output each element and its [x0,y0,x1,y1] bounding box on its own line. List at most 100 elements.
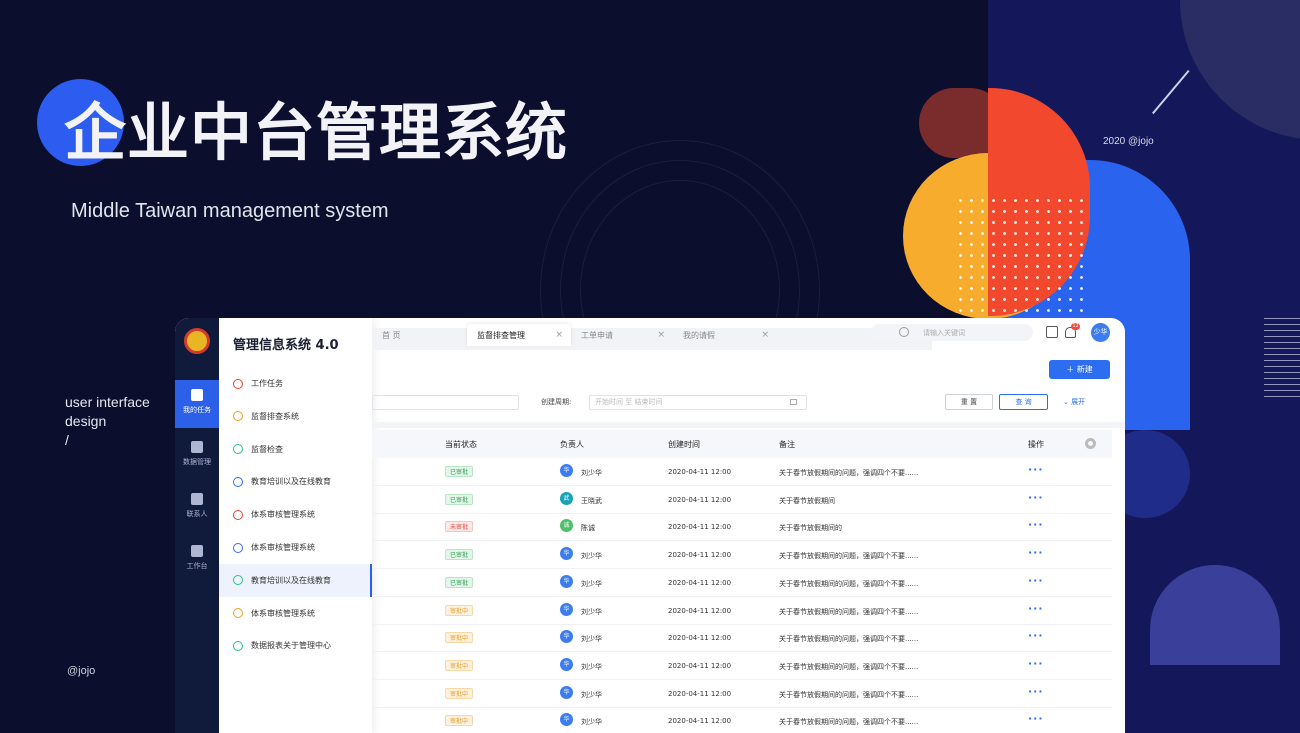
menu-item-icon [233,411,243,422]
menu-item[interactable]: 体系审核管理系统 [219,597,372,630]
side-menu: 管理信息系统 4.0 工作任务 监督排查系统 监督检查 教育培训以及在线教育 体系审核管… [219,318,372,733]
table-row[interactable]: 审批中 华刘少华 2020-04-11 12:00 关于春节放假期间的问题，强调四个不… [372,597,1112,625]
table-row[interactable]: 已审批 武王晓武 2020-04-11 12:00 关于春节放假期间 ··· [372,486,1112,514]
avatar: 华 [560,547,573,561]
status-badge: 审批中 [445,715,474,727]
expand-button[interactable]: ⌄ 展开 [1063,397,1085,407]
owner-cell: 刘少华 [581,662,602,671]
table-row[interactable]: 审批中 华刘少华 2020-04-11 12:00 关于春节放假期间的问题，强调四个不… [372,652,1112,680]
status-badge: 未审批 [445,521,474,533]
more-icon[interactable]: ··· [1028,602,1044,615]
note-cell: 关于春节放假期间的问题，强调四个不要...... [779,552,919,561]
chart-pie-icon [191,441,203,453]
table-row[interactable]: 已审批 华刘少华 2020-04-11 12:00 关于春节放假期间的问题，强调四个不… [372,541,1112,570]
more-icon[interactable]: ··· [1028,712,1044,725]
more-icon[interactable]: ··· [1028,685,1044,698]
close-icon[interactable]: × [761,330,769,340]
owner-cell: 刘少华 [581,552,602,561]
rail-item[interactable]: 联系人 [175,484,219,532]
avatar: 华 [560,630,573,644]
menu-item[interactable]: 数据报表关于管理中心 [219,629,372,662]
table-row[interactable]: 已审批 华刘少华 2020-04-11 12:00 关于春节放假期间的问题，强调四个不… [372,569,1112,597]
more-icon[interactable]: ··· [1028,657,1044,670]
menu-item[interactable]: 体系审核管理系统 [219,498,372,531]
owner-cell: 刘少华 [581,607,602,616]
tab[interactable]: 工单申请 × [571,324,673,346]
table-row[interactable]: 审批中 华刘少华 2020-04-11 12:00 关于春节放假期间的问题，强调四个不… [372,707,1112,733]
search-icon [899,327,909,337]
more-icon[interactable]: ··· [1028,518,1044,531]
time-cell: 2020-04-11 12:00 [668,551,732,560]
menu-item-label: 体系审核管理系统 [251,543,315,552]
new-button[interactable]: ＋ 新建 [1049,360,1110,379]
decor-stripes [1264,318,1300,400]
owner-cell: 刘少华 [581,690,602,699]
time-cell: 2020-04-11 12:00 [668,495,732,504]
rail-item[interactable]: 我的任务 [175,380,219,428]
close-icon[interactable]: × [555,330,563,340]
table-row[interactable]: 审批中 华刘少华 2020-04-11 12:00 关于春节放假期间的问题，强调四个不… [372,624,1112,653]
page-subtitle: Middle Taiwan management system [71,200,389,222]
menu-item-label: 监督排查系统 [251,411,299,421]
header-time[interactable]: 创建时间 [668,439,700,450]
avatar[interactable]: 少华 [1091,323,1110,342]
menu-item-icon [233,378,243,389]
period-label: 创建周期: [541,398,572,406]
page-title: 企业中台管理系统 [64,96,569,169]
menu-item-label: 体系审核管理系统 [251,510,315,520]
query-button[interactable]: 查 询 [999,394,1048,410]
owner-cell: 刘少华 [581,469,602,477]
menu-item-icon [233,575,243,586]
menu-item[interactable]: 教育培训以及在线教育 [219,563,372,597]
status-badge: 已审批 [445,493,474,505]
menu-item[interactable]: 工作任务 [219,367,372,400]
time-cell: 2020-04-11 12:00 [668,634,732,643]
search-input[interactable]: 请输入关键词 [871,324,1033,341]
filter-input[interactable] [372,395,519,410]
more-icon[interactable]: ··· [1028,546,1044,559]
more-icon[interactable]: ··· [1028,574,1044,587]
header-status[interactable]: 当前状态 [445,439,477,450]
avatar: 华 [560,657,573,671]
table-row[interactable]: 已审批 华刘少华 2020-04-11 12:00 关于春节放假期间的问题，强调四个不… [372,458,1112,486]
note-cell: 关于春节放假期间的问题，强调四个不要...... [779,579,919,588]
close-icon[interactable]: × [657,330,665,340]
reset-button[interactable]: 重 置 [945,394,993,410]
owner-cell: 陈诚 [581,524,595,533]
table-row[interactable]: 未审批 诚陈诚 2020-04-11 12:00 关于春节放假期间的 ··· [372,513,1112,542]
time-cell: 2020-04-11 12:00 [668,578,732,587]
table-row[interactable]: 审批中 华刘少华 2020-04-11 12:00 关于春节放假期间的问题，强调四个不… [372,680,1112,708]
tab[interactable]: 监督排查管理 × [467,324,571,346]
apps-icon[interactable] [1046,326,1058,338]
more-icon[interactable]: ··· [1028,629,1044,642]
date-range-input[interactable]: 开始时间 至 结束时间 [589,395,807,410]
menu-item[interactable]: 教育培训以及在线教育 [219,465,372,498]
more-icon[interactable]: ··· [1028,463,1044,476]
time-cell: 2020-04-11 12:00 [668,606,732,615]
avatar: 诚 [560,519,573,533]
time-cell: 2020-04-11 12:00 [668,689,732,698]
status-badge: 审批中 [445,604,474,616]
tab[interactable]: 我的请假 × [673,324,777,346]
rail-item[interactable]: 数据管理 [175,432,219,480]
rail-item[interactable]: 工作台 [175,536,219,584]
owner-cell: 刘少华 [581,635,602,644]
menu-item-icon [233,509,243,520]
more-icon[interactable]: ··· [1028,491,1044,504]
menu-item-icon [233,608,243,619]
app-window: 我的任务 数据管理 联系人 工作台 管理信息系统 4.0 工作任务 监督排查系统 监督检查… [175,318,1125,733]
menu-item[interactable]: 监督排查系统 [219,400,372,433]
ui-label-line: design [65,413,107,429]
gear-icon[interactable] [1085,438,1096,449]
new-button-label: 新建 [1076,365,1093,374]
header-owner[interactable]: 负责人 [560,439,584,450]
time-cell: 2020-04-11 12:00 [668,661,732,670]
tab[interactable]: 首 页 [372,324,467,346]
note-cell: 关于春节放假期间的 [779,524,842,533]
menu-item-label: 工作任务 [251,379,283,388]
menu-item[interactable]: 体系审核管理系统 [219,531,372,564]
divider [372,422,1125,428]
menu-item[interactable]: 监督检查 [219,433,372,466]
task-icon [191,389,203,401]
avatar: 华 [560,574,573,588]
